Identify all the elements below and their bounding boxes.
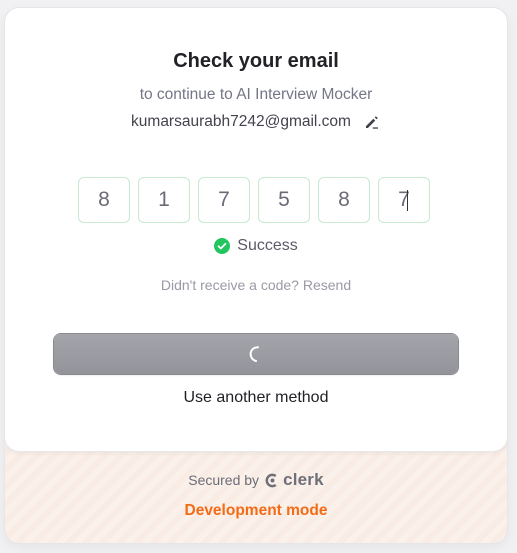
clerk-logo-icon	[265, 473, 277, 487]
otp-digit-4[interactable]: 5	[258, 177, 310, 223]
otp-input-group: 8 1 7 5 8 7	[78, 177, 430, 223]
sign-in-card: Check your email to continue to AI Inter…	[5, 8, 507, 543]
email-address: kumarsaurabh7242@gmail.com	[131, 113, 351, 130]
resend-link[interactable]: Resend	[303, 277, 351, 293]
otp-digit-5[interactable]: 8	[318, 177, 370, 223]
otp-digit-1[interactable]: 8	[78, 177, 130, 223]
otp-digit-3[interactable]: 7	[198, 177, 250, 223]
page-subtitle: to continue to AI Interview Mocker	[139, 86, 373, 103]
otp-digit-2[interactable]: 1	[138, 177, 190, 223]
check-circle-icon	[214, 238, 231, 254]
otp-digit-6[interactable]: 7	[378, 177, 430, 223]
clerk-wordmark: clerk	[283, 470, 324, 489]
spinner-icon	[249, 346, 259, 362]
email-identifier: kumarsaurabh7242@gmail.com	[5, 113, 507, 131]
resend-row: Didn't receive a code? Resend	[5, 277, 507, 293]
resend-prompt: Didn't receive a code?	[160, 277, 299, 293]
status-message: Success	[5, 237, 507, 255]
use-another-method-link[interactable]: Use another method	[5, 389, 507, 407]
clerk-logo[interactable]: clerk	[265, 470, 324, 490]
verification-panel: Check your email to continue to AI Inter…	[5, 8, 507, 451]
page-title: Check your email	[173, 50, 339, 72]
secured-by-label: Secured by	[188, 472, 260, 488]
pencil-icon[interactable]	[363, 113, 381, 131]
status-text: Success	[237, 237, 298, 254]
development-mode-label: Development mode	[184, 502, 328, 519]
secured-by-footer: Secured by clerk	[5, 470, 507, 490]
continue-button[interactable]	[54, 334, 458, 374]
